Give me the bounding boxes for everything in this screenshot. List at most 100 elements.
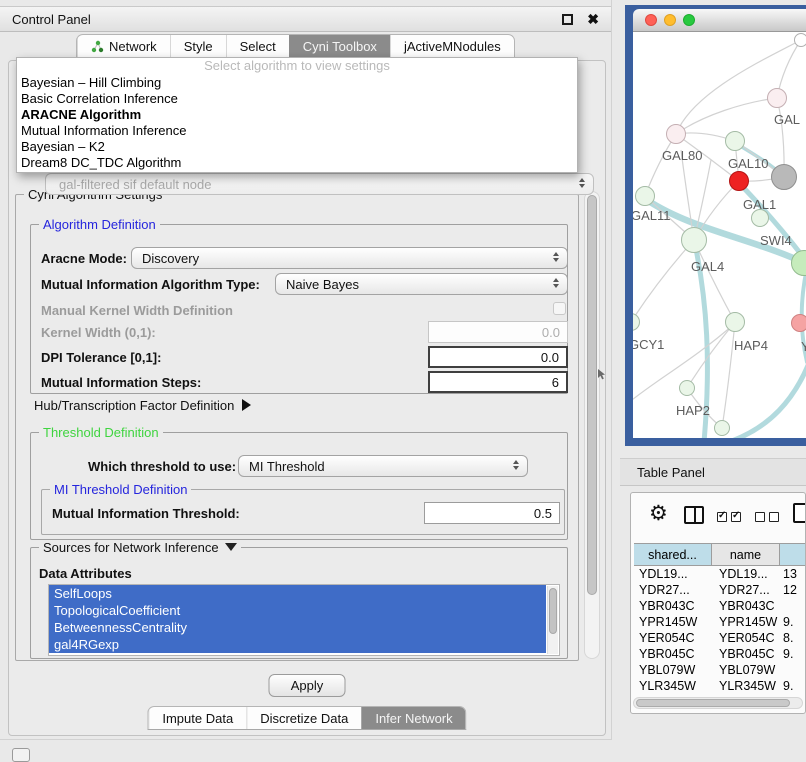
table-cell[interactable]: 9: [780, 694, 806, 696]
table-cell[interactable]: 9.: [780, 678, 806, 694]
network-node[interactable]: [794, 33, 806, 47]
table-cell[interactable]: YER054C: [712, 630, 780, 646]
table-cell[interactable]: YER054C: [634, 630, 712, 646]
column-header[interactable]: [780, 543, 806, 566]
table-cell[interactable]: YPR145W: [634, 614, 712, 630]
table-horizontal-scrollbar[interactable]: [633, 697, 803, 709]
table-cell[interactable]: YBR043C: [712, 598, 780, 614]
column-header[interactable]: shared...: [634, 543, 712, 566]
dpi-tolerance-input[interactable]: 0.0: [428, 346, 568, 368]
tab[interactable]: Discretize Data: [246, 707, 361, 729]
aracne-mode-combo[interactable]: Discovery: [131, 247, 568, 269]
mi-type-combo[interactable]: Naive Bayes: [275, 273, 568, 295]
table-row[interactable]: YPR145W YPR145W 9.: [634, 614, 806, 630]
sources-group-title[interactable]: Sources for Network Inference: [39, 540, 241, 555]
network-node[interactable]: [767, 88, 787, 108]
dropdown-item[interactable]: ARACNE Algorithm: [17, 107, 577, 123]
tab[interactable]: Style: [170, 35, 226, 57]
mi-threshold-input[interactable]: 0.5: [424, 502, 560, 524]
table-cell[interactable]: YBL079W: [712, 662, 780, 678]
table-cell[interactable]: 9.: [780, 614, 806, 630]
table-cell[interactable]: YIL052C: [712, 694, 780, 696]
list-scrollbar-thumb[interactable]: [549, 588, 557, 634]
network-node[interactable]: [679, 380, 695, 396]
table-cell[interactable]: YBR043C: [634, 598, 712, 614]
document-icon[interactable]: [793, 503, 806, 523]
dropdown-item[interactable]: Mutual Information Inference: [17, 123, 577, 139]
table-cell[interactable]: YDL19...: [712, 566, 780, 582]
network-node[interactable]: [791, 314, 806, 332]
list-item[interactable]: SelfLoops: [49, 585, 546, 602]
table-row[interactable]: YER054C YER054C 8.: [634, 630, 806, 646]
tab[interactable]: Impute Data: [148, 707, 246, 729]
tab[interactable]: Cyni Toolbox: [289, 35, 390, 57]
float-window-icon[interactable]: [562, 14, 573, 25]
network-canvas[interactable]: GALGAL80GAL10GAL1GAL11SWI4GAL4GCY1HAP4YH…: [633, 32, 806, 438]
network-node[interactable]: [725, 312, 745, 332]
select-all-columns-icon[interactable]: [717, 509, 745, 527]
tab[interactable]: jActiveMNodules: [390, 35, 514, 57]
table-cell[interactable]: 13: [780, 566, 806, 582]
gear-icon[interactable]: ⚙: [649, 503, 668, 525]
table-row[interactable]: YLR345W YLR345W 9.: [634, 678, 806, 694]
dropdown-item[interactable]: Dream8 DC_TDC Algorithm: [17, 155, 577, 171]
network-node[interactable]: [751, 209, 769, 227]
table-cell[interactable]: YIL052C: [634, 694, 712, 696]
manual-kernel-checkbox[interactable]: [553, 302, 566, 315]
table-row[interactable]: YBR043C YBR043C: [634, 598, 806, 614]
split-columns-icon[interactable]: [684, 506, 704, 524]
table-cell[interactable]: YDR27...: [712, 582, 780, 598]
table-cell[interactable]: YLR345W: [712, 678, 780, 694]
traffic-light-close-icon[interactable]: [645, 14, 657, 26]
tab[interactable]: Select: [226, 35, 289, 57]
list-item[interactable]: BetweennessCentrality: [49, 619, 546, 636]
table-cell[interactable]: [780, 662, 806, 678]
traffic-light-zoom-icon[interactable]: [683, 14, 695, 26]
table-cell[interactable]: YPR145W: [712, 614, 780, 630]
list-item[interactable]: gal4RGexp: [49, 636, 546, 653]
table-row[interactable]: YDL19... YDL19... 13: [634, 566, 806, 582]
network-node[interactable]: [635, 186, 655, 206]
network-window-titlebar[interactable]: [633, 9, 806, 32]
table-cell[interactable]: YDR27...: [634, 582, 712, 598]
table-cell[interactable]: YLR345W: [634, 678, 712, 694]
table-row[interactable]: YDR27... YDR27... 12: [634, 582, 806, 598]
dropdown-item[interactable]: Basic Correlation Inference: [17, 91, 577, 107]
column-header[interactable]: name: [712, 543, 780, 566]
network-node[interactable]: [666, 124, 686, 144]
table-cell[interactable]: 8.: [780, 630, 806, 646]
network-node[interactable]: [771, 164, 797, 190]
which-threshold-combo[interactable]: MI Threshold: [238, 455, 528, 477]
dropdown-item[interactable]: Bayesian – K2: [17, 139, 577, 155]
kernel-width-input[interactable]: 0.0: [428, 321, 568, 343]
network-node[interactable]: [725, 131, 745, 151]
network-selector-combo[interactable]: gal-filtered sif default node: [45, 173, 594, 195]
network-node[interactable]: [681, 227, 707, 253]
network-node[interactable]: [714, 420, 730, 436]
table-row[interactable]: YBL079W YBL079W: [634, 662, 806, 678]
close-icon[interactable]: ✖: [587, 14, 599, 25]
table-cell[interactable]: YBR045C: [634, 646, 712, 662]
floating-panel-icon[interactable]: [12, 748, 30, 762]
table-cell[interactable]: 12: [780, 582, 806, 598]
traffic-light-minimize-icon[interactable]: [664, 14, 676, 26]
settings-scrollbar-thumb[interactable]: [587, 195, 597, 595]
settings-scrollbar[interactable]: [584, 191, 600, 659]
apply-button[interactable]: Apply: [269, 674, 346, 697]
tab[interactable]: Network: [77, 35, 170, 57]
table-cell[interactable]: [780, 598, 806, 614]
table-row[interactable]: YBR045C YBR045C 9.: [634, 646, 806, 662]
hub-section-toggle[interactable]: Hub/Transcription Factor Definition: [34, 398, 251, 413]
table-cell[interactable]: 9.: [780, 646, 806, 662]
deselect-all-columns-icon[interactable]: [755, 509, 783, 527]
table-scrollbar-thumb[interactable]: [636, 699, 790, 707]
table-cell[interactable]: YBR045C: [712, 646, 780, 662]
dropdown-item[interactable]: Bayesian – Hill Climbing: [17, 75, 577, 91]
table-row[interactable]: YIL052C YIL052C 9: [634, 694, 806, 696]
table-cell[interactable]: YDL19...: [634, 566, 712, 582]
table-cell[interactable]: YBL079W: [634, 662, 712, 678]
network-node[interactable]: [729, 171, 749, 191]
tab[interactable]: Infer Network: [361, 707, 465, 729]
list-scrollbar[interactable]: [547, 586, 558, 654]
mi-steps-input[interactable]: 6: [428, 371, 568, 393]
